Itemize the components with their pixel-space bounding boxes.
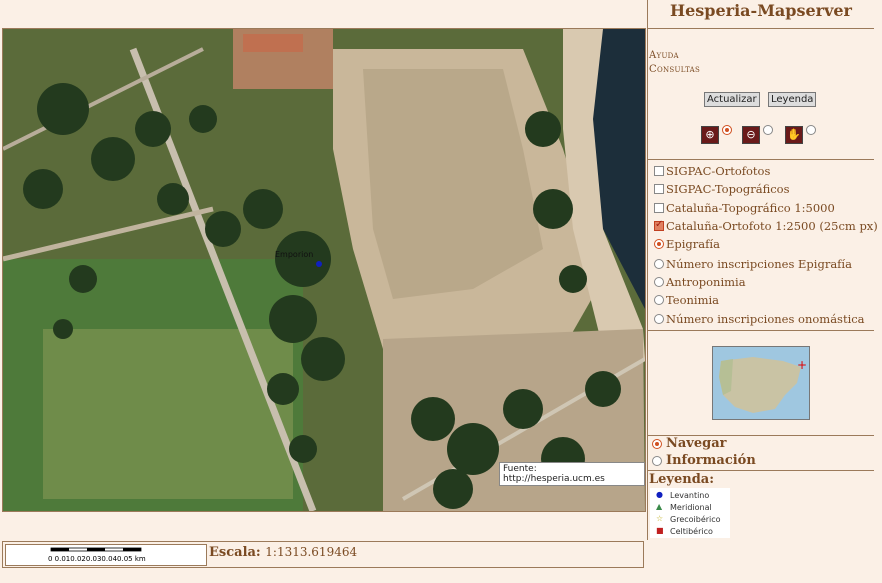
layer-radio[interactable] [654,277,664,287]
legend-title: Leyenda: [649,472,714,487]
legend-box: ● Levantino ▲ Meridional ☆ Grecoibérico … [650,488,730,538]
layer-radio[interactable] [654,259,664,269]
layer-radio[interactable] [654,314,664,324]
site-marker[interactable] [316,261,322,267]
mode-radio[interactable] [652,456,662,466]
layer-radio[interactable] [654,239,664,249]
triangle-icon: ▲ [656,502,663,511]
scale-text: Escala: 1:1313.619464 [209,545,357,560]
layer-label: SIGPAC-Ortofotos [666,164,771,178]
app-title: Hesperia-Mapserver [670,1,852,20]
pan-radio[interactable] [806,125,816,135]
control-panel: Hesperia-Mapserver Ayuda Consultas Actua… [647,0,878,540]
legend-item: Grecoibérico [670,515,721,524]
scale-label: Escala: [209,545,261,560]
location-crosshair-icon: + [797,358,807,372]
layer-label: Número inscripciones Epigrafía [666,257,852,271]
layer-checkbox[interactable] [654,203,664,213]
map-view[interactable]: Emporion Fuente: http://hesperia.ucm.es [2,28,646,512]
divider [648,330,874,331]
dot-icon: ● [656,490,663,499]
help-links: Ayuda Consultas [649,49,700,77]
zoom-out-radio[interactable] [763,125,773,135]
layer-label: Número inscripciones onomástica [666,312,865,326]
layer-label: Cataluña-Ortofoto 1:2500 (25cm px) [666,219,878,233]
zoom-in-icon[interactable]: ⊕ [701,126,719,144]
mode-radio[interactable] [652,439,662,449]
scale-bar: 0 0.010.020.030.040.05 km [5,544,207,566]
scale-bar-text: 0 0.010.020.030.040.05 km [48,555,146,563]
legend-button[interactable]: Leyenda [768,92,817,107]
mode-label: Navegar [666,436,727,451]
site-label: Emporion [275,250,314,259]
legend-item: Celtibérico [670,527,713,536]
zoom-out-icon[interactable]: ⊖ [742,126,760,144]
layer-checkbox[interactable] [654,184,664,194]
star-icon: ☆ [656,514,664,523]
layer-label: SIGPAC-Topográficos [666,182,790,196]
layer-label: Epigrafía [666,237,720,251]
divider [648,470,874,471]
layer-label: Cataluña-Topográfico 1:5000 [666,201,835,215]
scale-bar-graphic: 0 0.010.020.030.040.05 km [48,547,146,563]
layer-checkbox[interactable] [654,166,664,176]
queries-link[interactable]: Consultas [649,63,700,77]
help-link[interactable]: Ayuda [649,49,700,63]
map-source-label: Fuente: http://hesperia.ucm.es [499,462,645,486]
layer-label: Antroponimia [666,275,746,289]
legend-item: Levantino [670,491,710,500]
overview-map[interactable]: + [712,346,810,420]
aerial-map-image[interactable] [3,29,645,511]
refresh-button[interactable]: Actualizar [704,92,760,107]
layer-radio[interactable] [654,295,664,305]
scale-bar-row: 0 0.010.020.030.040.05 km Escala: 1:1313… [2,541,644,568]
divider [648,159,874,160]
scale-value: 1:1313.619464 [265,545,358,559]
pan-hand-icon[interactable]: ✋ [785,126,803,144]
divider [648,28,874,29]
zoom-in-radio[interactable] [722,125,732,135]
layer-checkbox[interactable] [654,219,664,231]
square-icon: ■ [656,526,664,535]
mode-label: Información [666,453,756,468]
legend-item: Meridional [670,503,712,512]
iberia-overview-image[interactable]: + [713,347,809,419]
layer-label: Teonimia [666,293,720,307]
